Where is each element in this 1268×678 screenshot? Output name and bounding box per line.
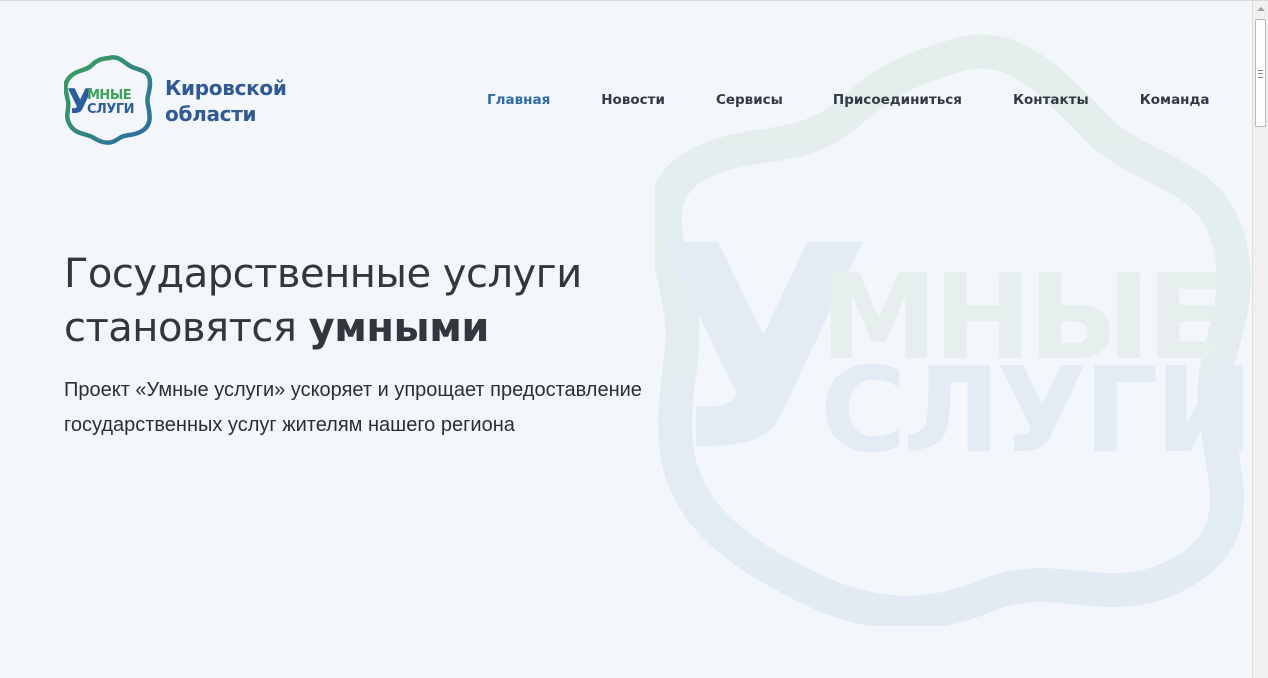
hero-title: Государственные услуги становятся умными: [64, 247, 764, 355]
hero-section: Государственные услуги становятся умными…: [64, 247, 764, 443]
browser-viewport: У МНЫЕ СЛУГИ У МНЫЕ СЛУГИ Кировской обла…: [0, 0, 1268, 678]
page: У МНЫЕ СЛУГИ У МНЫЕ СЛУГИ Кировской обла…: [0, 1, 1252, 678]
scrollbar-thumb[interactable]: [1255, 19, 1266, 127]
hero-title-line2: становятся: [64, 305, 309, 351]
scrollbar-grip-icon: [1258, 70, 1263, 78]
region-name-line2: области: [165, 102, 257, 126]
nav-item-contacts[interactable]: Контакты: [1013, 90, 1089, 110]
svg-text:СЛУГИ: СЛУГИ: [820, 341, 1250, 479]
region-name[interactable]: Кировской области: [165, 75, 325, 127]
main-nav: Главная Новости Сервисы Присоединиться К…: [487, 90, 1210, 110]
nav-item-team[interactable]: Команда: [1140, 90, 1210, 110]
svg-text:СЛУГИ: СЛУГИ: [87, 102, 134, 117]
nav-item-services[interactable]: Сервисы: [716, 90, 783, 110]
nav-item-news[interactable]: Новости: [601, 90, 665, 110]
scroll-up-arrow-icon[interactable]: [1257, 7, 1265, 11]
umnye-uslugi-logo-icon[interactable]: У МНЫЕ СЛУГИ: [64, 53, 154, 145]
region-name-line1: Кировской: [165, 76, 287, 100]
hero-description: Проект «Умные услуги» ускоряет и упрощае…: [64, 379, 642, 436]
site-header: У МНЫЕ СЛУГИ Кировской области Главная Н…: [0, 1, 1252, 201]
svg-text:МНЫЕ: МНЫЕ: [87, 88, 131, 103]
hero-title-bold: умными: [308, 305, 490, 351]
vertical-scrollbar[interactable]: [1252, 1, 1268, 678]
nav-item-home[interactable]: Главная: [487, 90, 550, 110]
nav-item-join[interactable]: Присоединиться: [833, 90, 962, 110]
hero-title-line1: Государственные услуги: [64, 251, 582, 297]
